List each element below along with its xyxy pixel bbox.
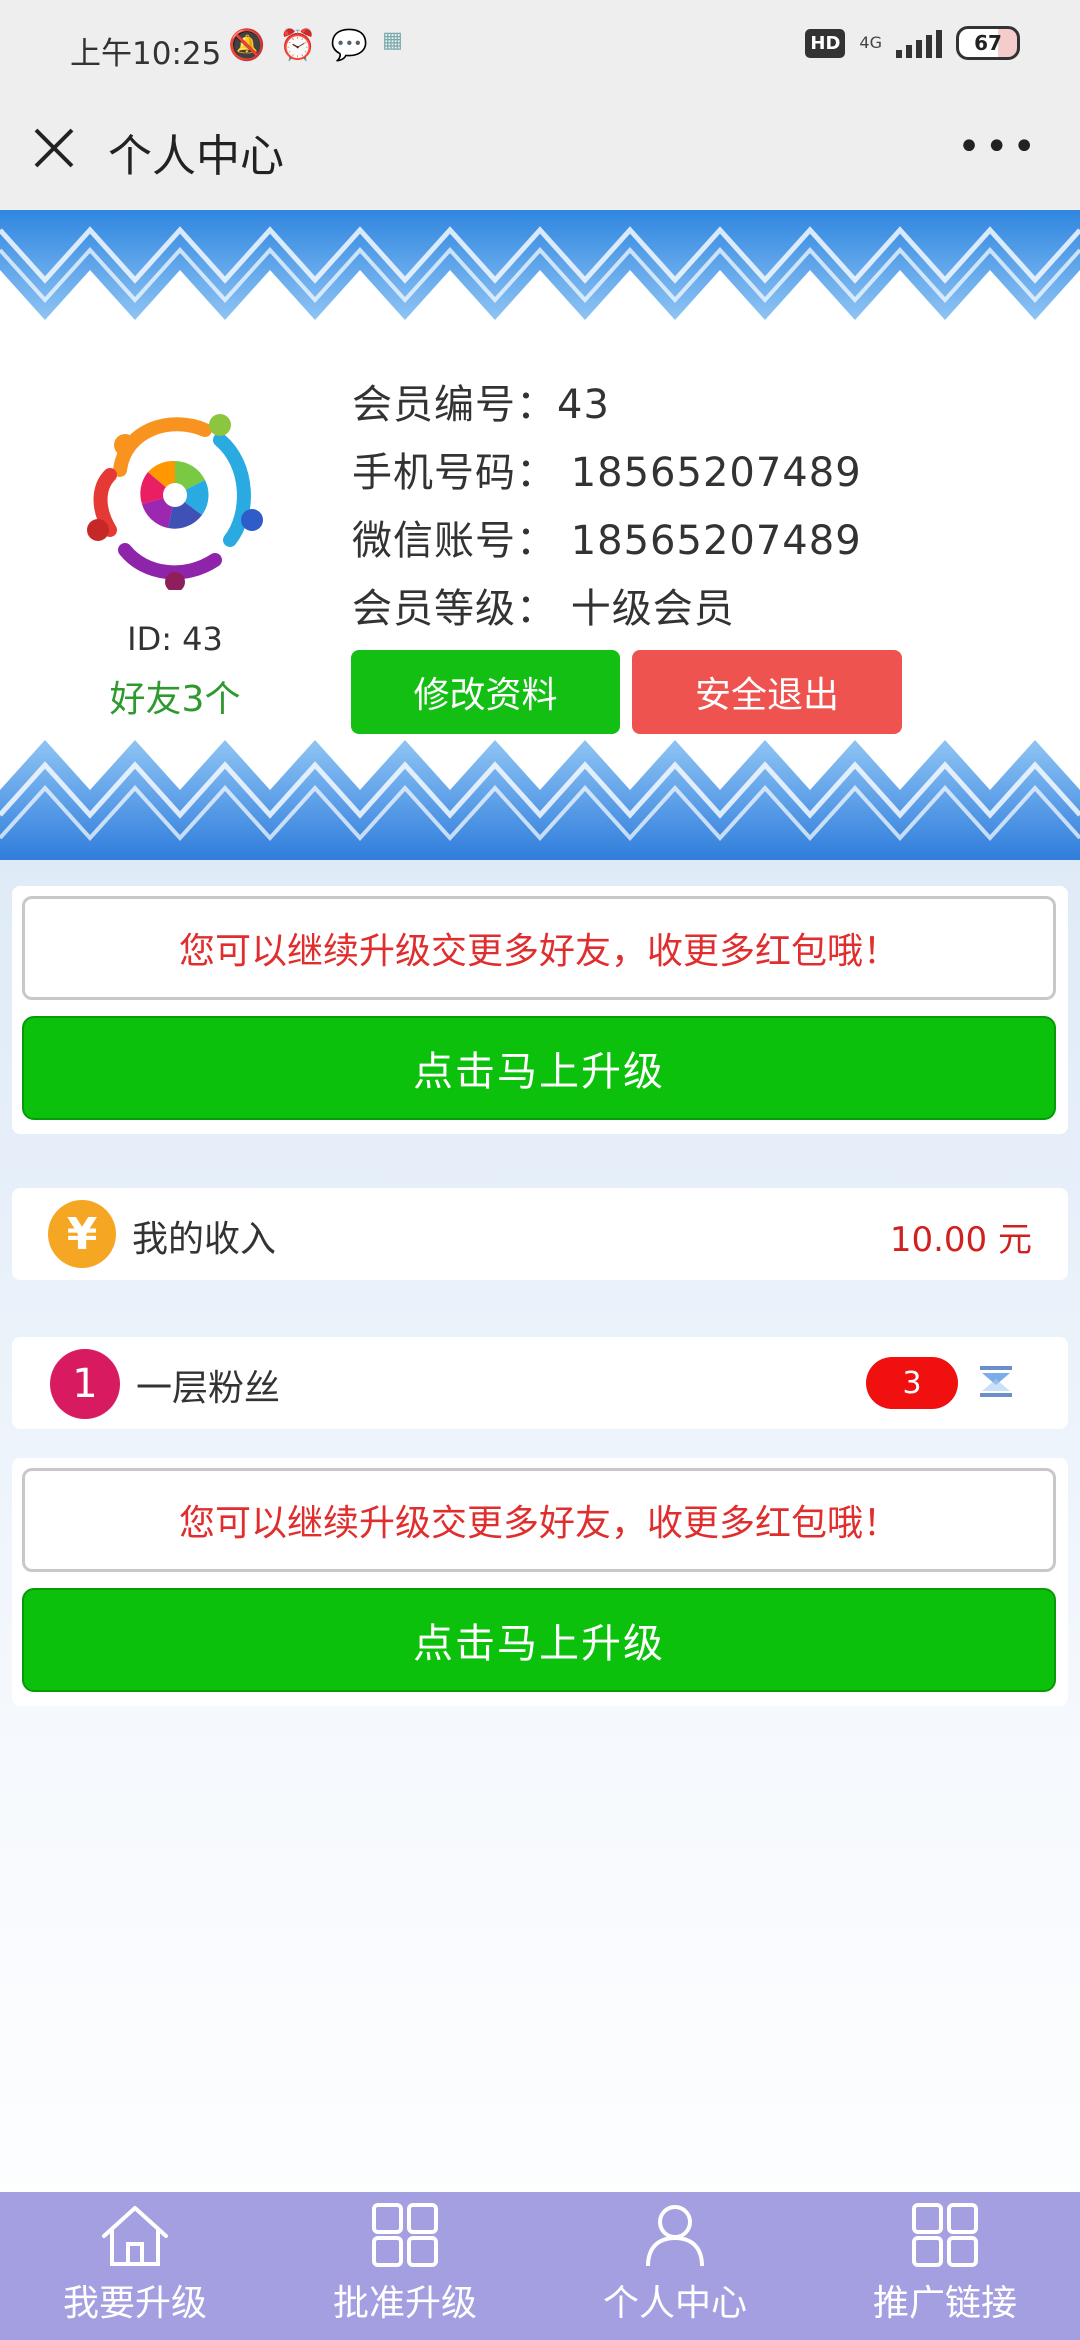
level-number-badge: 1: [50, 1349, 120, 1419]
nav-label: 我要升级: [62, 2283, 207, 2324]
expand-icon[interactable]: [978, 1363, 1014, 1403]
home-icon: [102, 2206, 168, 2266]
grid-icon: [912, 2203, 978, 2267]
upgrade-now-button[interactable]: 点击马上升级: [22, 1588, 1056, 1692]
upgrade-notice: 您可以继续升级交更多好友，收更多红包哦！: [22, 1468, 1056, 1572]
phone-number: 手机号码： 18565207489: [352, 450, 862, 496]
status-icons: 🔕 ⏰ 💬 ▦: [228, 28, 403, 63]
member-level: 会员等级： 十级会员: [352, 586, 735, 632]
friend-count[interactable]: 好友3个: [0, 670, 350, 722]
nav-label: 推广链接: [872, 2283, 1017, 2324]
mute-alarm-icon: 🔕: [228, 28, 266, 63]
edit-profile-button[interactable]: 修改资料: [351, 650, 620, 734]
status-right: HD 4G 67: [805, 26, 1020, 60]
avatar: [87, 414, 263, 590]
yen-icon: ¥: [48, 1200, 116, 1268]
user-id: ID: 43: [127, 620, 223, 658]
upgrade-card-2: 您可以继续升级交更多好友，收更多红包哦！ 点击马上升级: [12, 1458, 1068, 1706]
upgrade-card: 您可以继续升级交更多好友，收更多红包哦！ 点击马上升级: [12, 886, 1068, 1134]
nav-label: 个人中心: [602, 2283, 747, 2324]
app-notification-icon: ▦: [382, 28, 403, 53]
nav-item-promotion-link[interactable]: 推广链接: [810, 2192, 1080, 2340]
zigzag-banner-top: [0, 210, 1080, 320]
nav-label: 批准升级: [332, 2283, 477, 2324]
alarm-clock-icon: ⏰: [279, 28, 317, 63]
user-icon: [646, 2205, 704, 2267]
grid-icon: [372, 2203, 438, 2267]
fans-label: 一层粉丝: [136, 1368, 281, 1409]
member-number: 会员编号：43: [352, 382, 610, 428]
battery-level: 67: [974, 31, 1002, 55]
profile-header: ID: 43 好友3个 会员编号：43 手机号码： 18565207489 微信…: [0, 210, 1080, 860]
battery-icon: 67: [956, 26, 1020, 60]
nav-item-upgrade[interactable]: 我要升级: [0, 2192, 270, 2340]
zigzag-banner-bottom: [0, 740, 1080, 860]
status-time: 上午10:25: [70, 36, 222, 72]
fans-count-badge: 3: [866, 1357, 958, 1409]
logout-button[interactable]: 安全退出: [632, 650, 902, 734]
wechat-account: 微信账号： 18565207489: [352, 518, 862, 564]
signal-icon: [896, 28, 942, 58]
upgrade-notice: 您可以继续升级交更多好友，收更多红包哦！: [22, 896, 1056, 1000]
title-bar: 个人中心 •••: [0, 100, 1080, 210]
income-row[interactable]: ¥ 我的收入 10.00 元: [12, 1188, 1068, 1280]
income-label: 我的收入: [132, 1219, 277, 1260]
wechat-icon: 💬: [330, 28, 369, 63]
more-options-button[interactable]: •••: [957, 124, 1040, 170]
income-value: 10.00 元: [889, 1220, 1032, 1260]
page-title: 个人中心: [108, 131, 284, 182]
nav-item-personal-center[interactable]: 个人中心: [540, 2192, 810, 2340]
bottom-nav: 我要升级 批准升级 个人中心 推广链接: [0, 2192, 1080, 2340]
status-bar: 上午10:25 🔕 ⏰ 💬 ▦ HD 4G 67: [0, 0, 1080, 100]
fans-level-1-row[interactable]: 1 一层粉丝 3: [12, 1337, 1068, 1429]
nav-item-approve-upgrade[interactable]: 批准升级: [270, 2192, 540, 2340]
upgrade-now-button[interactable]: 点击马上升级: [22, 1016, 1056, 1120]
network-type: 4G: [859, 33, 882, 52]
hd-badge: HD: [805, 28, 846, 58]
close-icon[interactable]: [28, 122, 80, 174]
